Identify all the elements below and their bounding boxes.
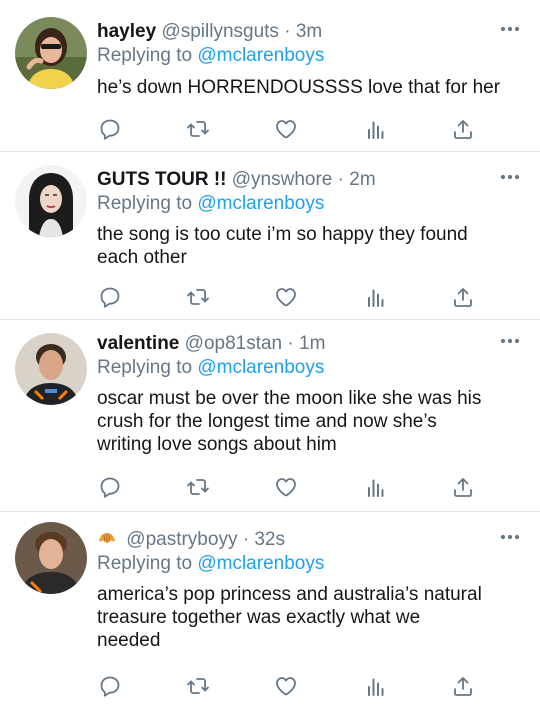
separator-dot: ·	[337, 169, 344, 190]
tweet-header: hayley @spillynsguts · 3m	[97, 20, 528, 44]
like-icon[interactable]	[273, 673, 299, 699]
reply-context: Replying to @mclarenboys	[97, 44, 528, 68]
retweet-icon[interactable]	[185, 284, 211, 310]
user-handle[interactable]: @spillynsguts	[161, 21, 279, 42]
more-options-icon[interactable]	[498, 332, 522, 350]
reply-prefix: Replying to	[97, 193, 193, 214]
reply-prefix: Replying to	[97, 357, 193, 378]
croissant-icon	[97, 528, 117, 548]
reply-to-link[interactable]: @mclarenboys	[197, 553, 324, 574]
timestamp[interactable]: 3m	[296, 21, 322, 42]
timestamp[interactable]: 2m	[349, 169, 375, 190]
avatar[interactable]	[15, 333, 87, 405]
tweet-actions	[97, 673, 477, 699]
tweet-actions	[97, 284, 477, 310]
more-options-icon[interactable]	[498, 20, 522, 38]
reply-icon[interactable]	[97, 116, 123, 142]
reply-context: Replying to @mclarenboys	[97, 552, 528, 576]
retweet-icon[interactable]	[185, 474, 211, 500]
reply-prefix: Replying to	[97, 45, 193, 66]
reply-to-link[interactable]: @mclarenboys	[197, 357, 324, 378]
separator-dot: ·	[242, 529, 250, 550]
tweet-actions	[97, 116, 477, 142]
tweet-text: america’s pop princess and australia’s n…	[97, 584, 482, 651]
timestamp[interactable]: 1m	[299, 333, 325, 354]
share-icon[interactable]	[450, 673, 476, 699]
tweet[interactable]: @pastryboyy · 32s Replying to @mclarenbo…	[0, 512, 540, 704]
avatar[interactable]	[15, 17, 87, 89]
analytics-icon[interactable]	[363, 474, 389, 500]
like-icon[interactable]	[273, 116, 299, 142]
reply-to-link[interactable]: @mclarenboys	[197, 193, 324, 214]
display-name[interactable]: GUTS TOUR !!	[97, 169, 226, 190]
tweet-header: GUTS TOUR !! @ynswhore · 2m	[97, 168, 528, 192]
analytics-icon[interactable]	[363, 673, 389, 699]
timestamp[interactable]: 32s	[254, 529, 285, 550]
avatar[interactable]	[15, 522, 87, 594]
more-options-icon[interactable]	[498, 168, 522, 186]
reply-prefix: Replying to	[97, 553, 193, 574]
reply-context: Replying to @mclarenboys	[97, 356, 528, 380]
display-name[interactable]: hayley	[97, 21, 156, 42]
user-handle[interactable]: @pastryboyy	[126, 529, 237, 550]
reply-icon[interactable]	[97, 474, 123, 500]
reply-context: Replying to @mclarenboys	[97, 192, 528, 216]
retweet-icon[interactable]	[185, 673, 211, 699]
user-handle[interactable]: @ynswhore	[232, 169, 333, 190]
tweet-text: oscar must be over the moon like she was…	[97, 388, 482, 455]
avatar[interactable]	[15, 165, 87, 237]
display-name[interactable]: valentine	[97, 333, 179, 354]
retweet-icon[interactable]	[185, 116, 211, 142]
user-handle[interactable]: @op81stan	[185, 333, 282, 354]
like-icon[interactable]	[273, 474, 299, 500]
tweet[interactable]: hayley @spillynsguts · 3m Replying to @m…	[0, 0, 540, 152]
tweet-header: valentine @op81stan · 1m	[97, 332, 528, 356]
analytics-icon[interactable]	[363, 284, 389, 310]
share-icon[interactable]	[450, 116, 476, 142]
reply-icon[interactable]	[97, 673, 123, 699]
tweet-actions	[97, 474, 477, 500]
separator-dot: ·	[284, 21, 291, 42]
analytics-icon[interactable]	[363, 116, 389, 142]
tweet-text: he’s down HORRENDOUSSSS love that for he…	[97, 77, 501, 98]
separator-dot: ·	[287, 333, 294, 354]
like-icon[interactable]	[273, 284, 299, 310]
share-icon[interactable]	[450, 474, 476, 500]
tweet-header: @pastryboyy · 32s	[97, 528, 528, 552]
reply-icon[interactable]	[97, 284, 123, 310]
reply-to-link[interactable]: @mclarenboys	[197, 45, 324, 66]
share-icon[interactable]	[450, 284, 476, 310]
tweet[interactable]: GUTS TOUR !! @ynswhore · 2m Replying to …	[0, 152, 540, 320]
more-options-icon[interactable]	[498, 528, 522, 546]
tweet-text: the song is too cute i’m so happy they f…	[97, 224, 468, 268]
tweet[interactable]: valentine @op81stan · 1m Replying to @mc…	[0, 320, 540, 512]
